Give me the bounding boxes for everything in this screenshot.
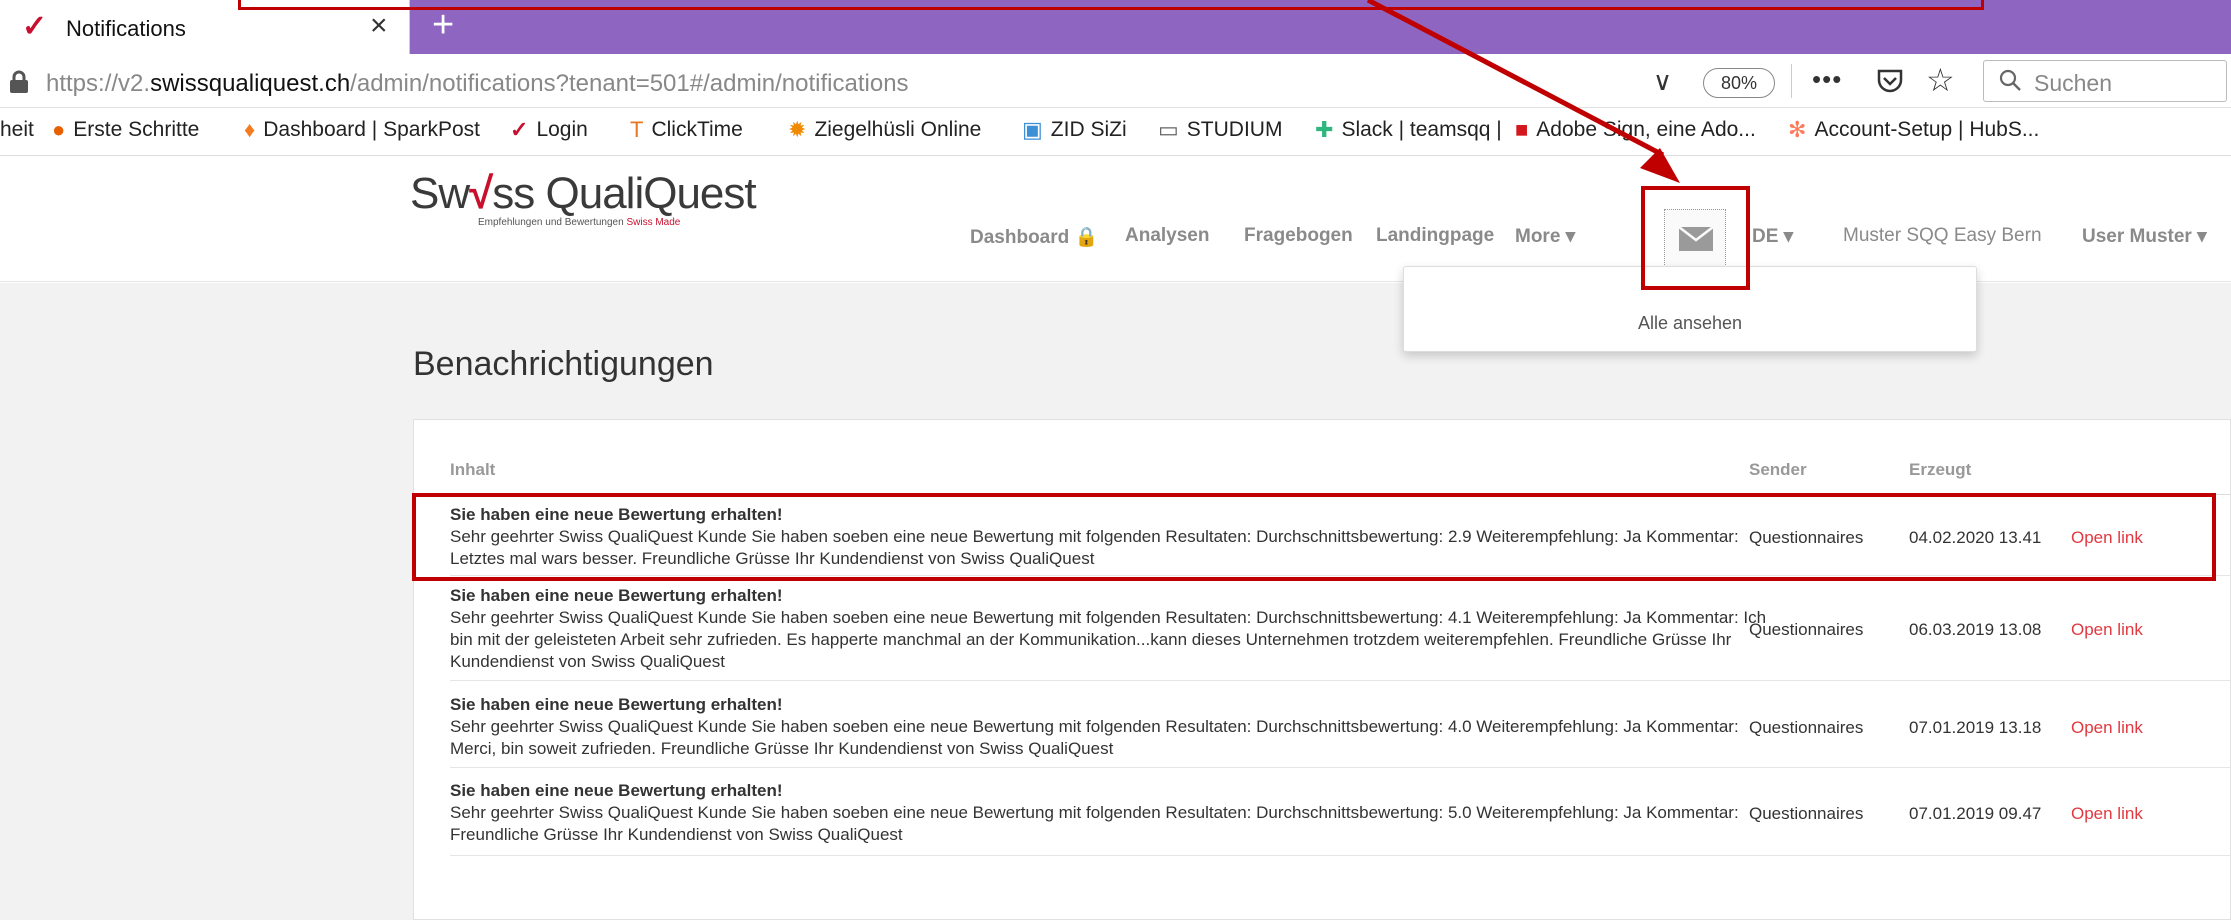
page-actions-icon[interactable]: ••• [1812, 64, 1842, 95]
bookmarks-bar: heit ● Erste Schritte ♦ Dashboard | SparkP… [0, 108, 2231, 156]
notification-sender: Questionnaires [1749, 620, 1864, 639]
pocket-icon[interactable] [1876, 68, 1904, 94]
slack-icon: ✚ [1315, 117, 1334, 143]
notification-content: Sie haben eine neue Bewertung erhalten! … [450, 780, 1770, 846]
tab-title: Notifications [66, 16, 186, 41]
folder-icon: ▭ [1158, 117, 1179, 143]
window-icon: ▣ [1022, 117, 1043, 143]
bookmark-label: Account-Setup | HubS... [1814, 118, 2040, 141]
bookmark-label: STUDIUM [1186, 118, 1283, 141]
clicktime-icon: T [630, 117, 644, 143]
open-link[interactable]: Open link [2071, 620, 2143, 640]
account-name[interactable]: Muster SQQ Easy Bern [1843, 225, 2042, 247]
user-menu[interactable]: User Muster ▾ [2082, 225, 2207, 248]
bookmark-label: Dashboard | SparkPost [263, 118, 480, 141]
bookmark-label: ClickTime [651, 118, 743, 141]
close-icon[interactable]: × [370, 9, 388, 43]
nav-more-dropdown[interactable]: More ▾ [1515, 225, 1575, 248]
bookmark-label: Adobe Sign, eine Ado... [1536, 118, 1756, 141]
nav-fragebogen[interactable]: Fragebogen [1244, 225, 1353, 247]
logo-wordmark: Sw√ss QualiQuest [410, 169, 757, 218]
notification-body: Sehr geehrter Swiss QualiQuest Kunde Sie… [450, 803, 1739, 844]
bookmark-item[interactable]: ● Erste Schritte [52, 118, 199, 142]
checkmark-icon: ✓ [22, 10, 48, 43]
bookmark-label: ZID SiZi [1050, 118, 1127, 141]
notification-content: Sie haben eine neue Bewertung erhalten! … [450, 694, 1770, 760]
bookmark-item[interactable]: ■ Adobe Sign, eine Ado... [1515, 118, 1756, 142]
column-header-sender: Sender [1749, 460, 1807, 479]
url-path: /admin/notifications?tenant=501#/admin/n… [350, 70, 909, 97]
notification-title: Sie haben eine neue Bewertung erhalten! [450, 586, 783, 605]
table-row: Sie haben eine neue Bewertung erhalten! … [450, 780, 2231, 856]
nav-landingpage[interactable]: Landingpage [1376, 225, 1494, 247]
lock-icon [10, 70, 28, 93]
adobe-icon: ■ [1515, 117, 1529, 143]
notification-date: 06.03.2019 13.08 [1909, 620, 2042, 639]
gear-icon: ✹ [788, 117, 807, 143]
hubspot-icon: ✻ [1788, 117, 1807, 143]
open-link[interactable]: Open link [2071, 804, 2143, 824]
language-selector[interactable]: DE ▾ [1752, 225, 1793, 248]
notification-content: Sie haben eine neue Bewertung erhalten! … [450, 585, 1770, 673]
address-bar: https://v2.swissqualiquest.ch/admin/noti… [0, 54, 2231, 108]
chevron-down-icon[interactable]: ∨ [1653, 66, 1672, 97]
checkmark-icon: ✓ [510, 117, 529, 143]
bookmark-label: Erste Schritte [73, 118, 200, 141]
flame-icon: ♦ [244, 117, 256, 143]
notification-sender: Questionnaires [1749, 804, 1864, 823]
bookmark-star-icon[interactable]: ☆ [1926, 62, 1955, 98]
search-icon [1999, 69, 2021, 91]
notification-date: 07.01.2019 13.18 [1909, 718, 2042, 737]
notification-date: 07.01.2019 09.47 [1909, 804, 2042, 823]
bookmark-item[interactable]: heit [0, 118, 34, 142]
url-domain: swissqualiquest.ch [150, 70, 351, 97]
open-link[interactable]: Open link [2071, 718, 2143, 738]
bookmark-item[interactable]: ✻ Account-Setup | HubS... [1788, 118, 2039, 142]
bookmark-item[interactable]: ▭ STUDIUM [1158, 118, 1282, 142]
notification-body: Sehr geehrter Swiss QualiQuest Kunde Sie… [450, 608, 1767, 671]
bookmark-item[interactable]: ▣ ZID SiZi [1022, 118, 1127, 142]
nav-analysen[interactable]: Analysen [1125, 225, 1209, 247]
notification-body: Sehr geehrter Swiss QualiQuest Kunde Sie… [450, 717, 1739, 758]
annotation-highlight-box [412, 493, 2216, 581]
annotation-highlight-box [238, 0, 1984, 10]
bookmark-label: heit [0, 118, 34, 141]
notification-title: Sie haben eine neue Bewertung erhalten! [450, 781, 783, 800]
search-input[interactable]: Suchen [1983, 60, 2227, 102]
zoom-level-badge[interactable]: 80% [1703, 68, 1775, 98]
notification-title: Sie haben eine neue Bewertung erhalten! [450, 695, 783, 714]
notification-sender: Questionnaires [1749, 718, 1864, 737]
app-header: Sw√ss QualiQuest Empfehlungen und Bewert… [0, 157, 2231, 282]
bookmark-label: Ziegelhüsli Online [814, 118, 982, 141]
bookmark-item[interactable]: ✚ Slack | teamsqq | [1315, 118, 1502, 142]
url-prefix: https://v2. [46, 70, 151, 97]
table-row: Sie haben eine neue Bewertung erhalten! … [450, 585, 2231, 681]
table-row: Sie haben eine neue Bewertung erhalten! … [450, 694, 2231, 768]
annotation-highlight-box [1641, 186, 1750, 290]
see-all-notifications-link[interactable]: Alle ansehen [1404, 313, 1976, 334]
nav-dashboard[interactable]: Dashboard 🔒 [970, 225, 1098, 249]
new-tab-button[interactable]: + [432, 4, 454, 46]
url-input[interactable]: https://v2.swissqualiquest.ch/admin/noti… [46, 70, 909, 98]
bookmark-label: Slack | teamsqq | [1341, 118, 1502, 141]
bookmark-item[interactable]: T ClickTime [630, 118, 743, 142]
column-header-created: Erzeugt [1909, 460, 1972, 479]
main-content: Benachrichtigungen Inhalt Sender Erzeugt… [0, 283, 2231, 920]
firefox-icon: ● [52, 117, 66, 143]
search-placeholder: Suchen [2034, 70, 2113, 96]
column-header-content: Inhalt [450, 460, 496, 479]
bookmark-item[interactable]: ✹ Ziegelhüsli Online [788, 118, 981, 142]
page-title: Benachrichtigungen [413, 345, 714, 383]
divider [1791, 64, 1792, 98]
logo[interactable]: Sw√ss QualiQuest Empfehlungen und Bewert… [410, 169, 757, 228]
bookmark-item[interactable]: ✓ Login [510, 118, 588, 142]
bookmark-label: Login [536, 118, 588, 141]
bookmark-item[interactable]: ♦ Dashboard | SparkPost [244, 118, 480, 142]
